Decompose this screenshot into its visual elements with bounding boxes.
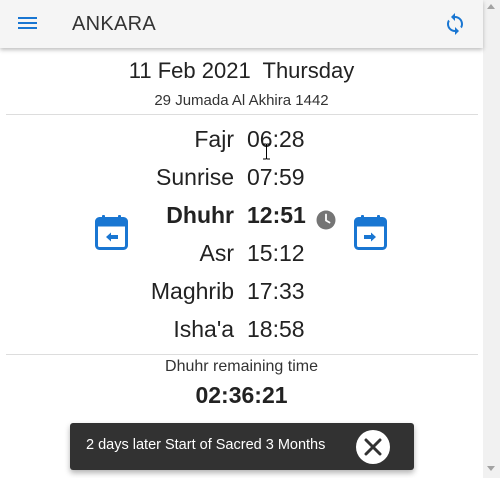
text-cursor-icon [262,143,271,160]
scroll-up-arrow-icon[interactable] [487,4,495,9]
snackbar-message: 2 days later Start of Sacred 3 Months [86,437,326,453]
prayer-name: Fajr [194,126,234,152]
prayer-time: 17:33 [247,278,305,304]
prayer-time: 18:58 [247,316,305,342]
close-icon[interactable] [356,430,390,464]
prayer-row-sunrise: Sunrise 07:59 [0,160,483,198]
scroll-down-arrow-icon[interactable] [487,466,495,471]
divider-bottom [6,354,478,355]
prayer-time: 07:59 [247,164,305,190]
prayer-row-dhuhr: Dhuhr 12:51 [0,198,483,236]
vertical-scrollbar[interactable] [483,0,500,478]
previous-day-calendar-icon[interactable] [95,214,128,250]
prayer-name: Dhuhr [166,202,234,228]
prayer-name: Asr [199,240,235,266]
menu-icon[interactable] [16,14,40,34]
prayer-name: Sunrise [156,164,234,190]
prayer-name: Maghrib [150,278,234,304]
clock-icon [316,209,336,230]
app-bar: ANKARA [0,0,483,48]
prayer-time: 12:51 [247,202,306,228]
prayer-row-ishaa: Isha'a 18:58 [0,312,483,350]
prayer-time: 06:28 [247,126,305,152]
divider-top [6,114,478,115]
prayer-name: Isha'a [173,316,234,342]
gregorian-date: 11 Feb 2021 Thursday [128,58,355,83]
remaining-time-value: 02:36:21 [195,382,288,408]
remaining-time-label: Dhuhr remaining time [165,358,318,375]
prayer-row-fajr: Fajr 06:28 [0,122,483,160]
refresh-icon[interactable] [443,12,467,36]
notification-snackbar: 2 days later Start of Sacred 3 Months [70,423,414,470]
next-day-calendar-icon[interactable] [354,214,387,250]
prayer-row-maghrib: Maghrib 17:33 [0,274,483,312]
prayer-time: 15:12 [247,240,305,266]
prayer-row-asr: Asr 15:12 [0,236,483,274]
city-title: ANKARA [72,13,157,35]
hijri-date: 29 Jumada Al Akhira 1442 [154,92,329,109]
